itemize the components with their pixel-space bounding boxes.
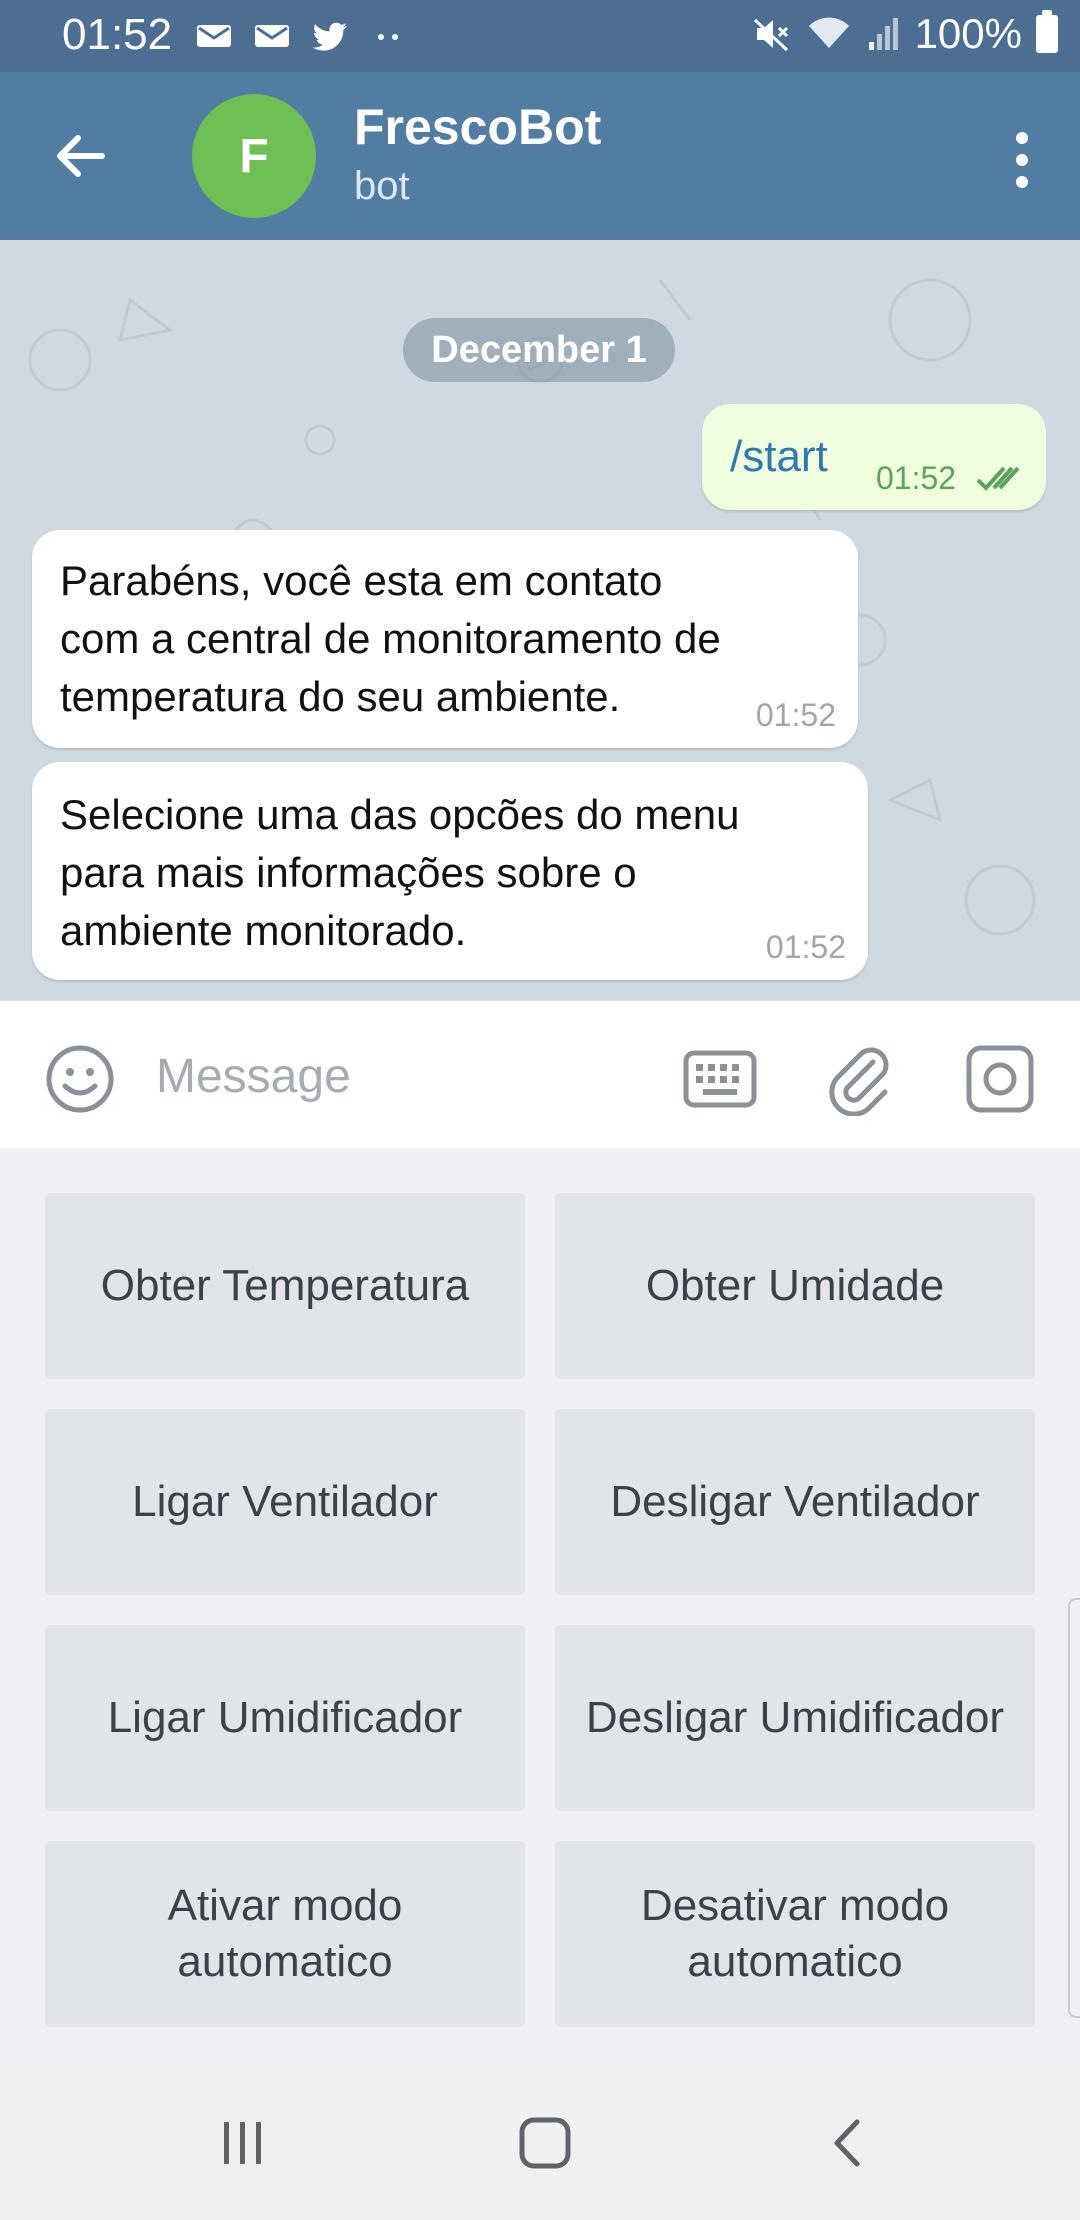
attach-button[interactable] xyxy=(820,1039,900,1119)
message-text: Selecione uma das opcões do menu para ma… xyxy=(60,786,739,960)
keyboard-toggle-button[interactable] xyxy=(680,1039,760,1119)
twitter-icon xyxy=(312,22,347,51)
message-line: com a central de monitoramento de xyxy=(60,615,721,662)
recents-button[interactable] xyxy=(198,2108,288,2178)
home-button[interactable] xyxy=(500,2108,590,2178)
mail-icon xyxy=(255,25,289,47)
incoming-message[interactable]: Selecione uma das opcões do menu para ma… xyxy=(32,762,868,980)
keyboard-icon xyxy=(683,1050,757,1108)
emoji-icon xyxy=(46,1045,114,1113)
mail-icon xyxy=(197,25,231,47)
avatar[interactable]: F xyxy=(192,94,316,218)
message-time: 01:52 xyxy=(755,697,836,733)
message-input-bar xyxy=(0,1000,1080,1148)
more-dot xyxy=(1016,132,1028,144)
status-time: 01:52 xyxy=(62,10,173,59)
kb-button-ligar-ventilador[interactable]: Ligar Ventilador xyxy=(45,1409,525,1595)
incoming-message[interactable]: Parabéns, você esta em contato com a cen… xyxy=(32,530,858,748)
chat-title[interactable]: FrescoBot xyxy=(354,98,601,156)
more-options-button[interactable] xyxy=(1000,120,1044,200)
camera-icon xyxy=(966,1045,1034,1113)
back-nav-button[interactable] xyxy=(802,2108,892,2178)
notification-icons xyxy=(195,12,407,60)
chat-header: F FrescoBot bot xyxy=(0,72,1080,240)
recents-icon xyxy=(224,2122,261,2164)
kb-button-ativar-modo-automatico[interactable]: Ativar modo automatico xyxy=(45,1841,525,2027)
chat-subtitle: bot xyxy=(354,164,410,208)
keyboard-scrollbar[interactable] xyxy=(1068,1598,1080,2018)
double-check-icon xyxy=(976,466,1020,491)
kb-button-ligar-umidificador[interactable]: Ligar Umidificador xyxy=(45,1625,525,1811)
kb-button-desligar-ventilador[interactable]: Desligar Ventilador xyxy=(555,1409,1035,1595)
battery-icon xyxy=(1036,10,1058,53)
message-text: Parabéns, você esta em contato com a cen… xyxy=(60,552,721,726)
kb-button-obter-temperatura[interactable]: Obter Temperatura xyxy=(45,1193,525,1379)
more-dots-icon xyxy=(378,34,398,40)
mute-icon xyxy=(753,18,788,52)
kb-button-obter-umidade[interactable]: Obter Umidade xyxy=(555,1193,1035,1379)
chat-area[interactable]: December 1 /start 01:52 Parabéns, você e… xyxy=(0,240,1080,1000)
arrow-left-icon xyxy=(57,135,105,177)
message-time: 01:52 xyxy=(765,929,846,965)
more-dot xyxy=(1016,154,1028,166)
message-input[interactable] xyxy=(156,1041,636,1111)
date-separator: December 1 xyxy=(403,318,675,382)
battery-percent: 100% xyxy=(914,10,1022,57)
kb-button-desligar-umidificador[interactable]: Desligar Umidificador xyxy=(555,1625,1035,1811)
message-line: temperatura do seu ambiente. xyxy=(60,673,621,720)
message-line: ambiente monitorado. xyxy=(60,907,467,954)
back-button[interactable] xyxy=(40,116,120,196)
wifi-icon xyxy=(808,17,849,48)
outgoing-message[interactable]: /start 01:52 xyxy=(702,404,1046,510)
status-bar: 01:52 100% xyxy=(0,0,1080,72)
camera-button[interactable] xyxy=(960,1039,1040,1119)
back-icon xyxy=(834,2119,860,2167)
message-line: Selecione uma das opcões do menu xyxy=(60,791,740,838)
message-time: 01:52 xyxy=(876,460,957,496)
status-right: 100% xyxy=(751,10,1058,58)
kb-button-desativar-modo-automatico[interactable]: Desativar modo automatico xyxy=(555,1841,1035,2027)
message-text: /start xyxy=(730,432,828,481)
signal-icon xyxy=(868,18,898,50)
message-line: para mais informações sobre o xyxy=(60,849,637,896)
bot-keyboard: Obter Temperatura Obter Umidade Ligar Ve… xyxy=(0,1148,1080,2068)
system-nav-bar xyxy=(0,2068,1080,2220)
emoji-button[interactable] xyxy=(40,1039,120,1119)
attach-icon xyxy=(829,1047,889,1116)
more-dot xyxy=(1016,176,1028,188)
message-line: Parabéns, você esta em contato xyxy=(60,557,663,604)
home-icon xyxy=(519,2117,571,2169)
